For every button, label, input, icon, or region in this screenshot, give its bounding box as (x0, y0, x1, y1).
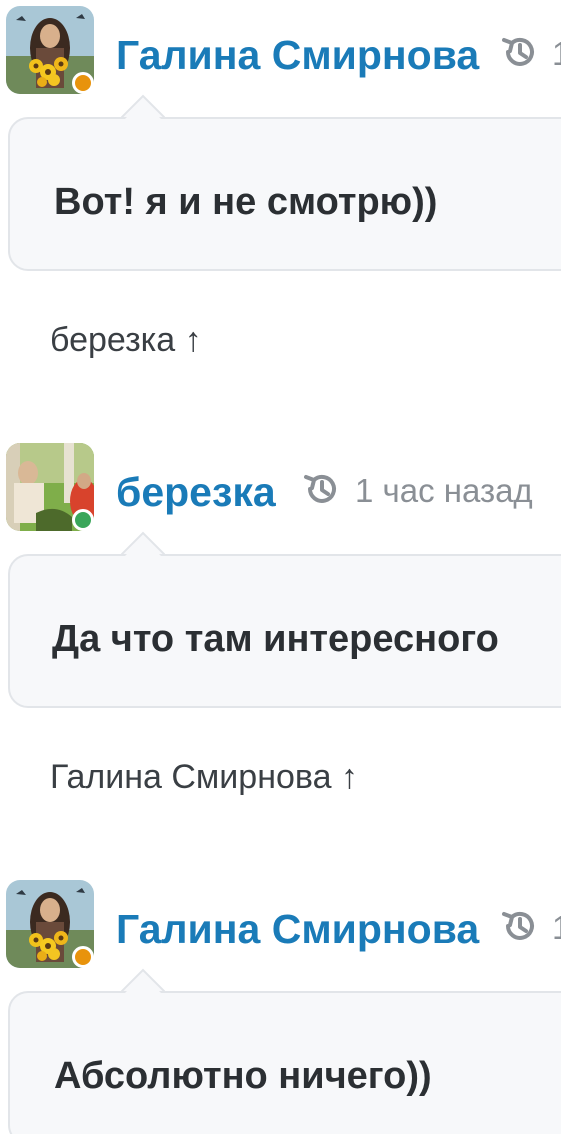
reply-to-link[interactable]: Галина Смирнова ↑ (50, 760, 358, 794)
status-dot (72, 72, 94, 94)
comment-item: Галина Смирнова 1 Вот! я и не смотрю)) б… (0, 0, 561, 380)
bubble-pointer-cover (124, 101, 162, 120)
comment-thread: Галина Смирнова 1 Вот! я и не смотрю)) б… (0, 0, 561, 1134)
comment-text: Абсолютно ничего)) (54, 1055, 432, 1097)
comment-time[interactable]: 1 (552, 911, 561, 944)
bubble-pointer-cover (124, 975, 162, 994)
comment-text: Да что там интересного (52, 618, 499, 660)
history-clock-icon (304, 474, 336, 503)
comment-bubble: Да что там интересного (8, 554, 561, 708)
status-dot (72, 946, 94, 968)
author-link[interactable]: Галина Смирнова (116, 909, 479, 950)
comment-bubble: Абсолютно ничего)) (8, 991, 561, 1134)
history-clock-icon (502, 37, 534, 66)
status-dot (72, 509, 94, 531)
comment-item: Галина Смирнова 1 Абсолютно ничего)) (0, 874, 561, 1134)
author-link[interactable]: березка (116, 472, 276, 513)
comment-text: Вот! я и не смотрю)) (54, 181, 438, 223)
comment-time[interactable]: 1 (552, 37, 561, 70)
comment-item: березка 1 час назад Да что там интересно… (0, 437, 561, 817)
author-link[interactable]: Галина Смирнова (116, 35, 479, 76)
reply-to-link[interactable]: березка ↑ (50, 323, 202, 357)
comment-bubble: Вот! я и не смотрю)) (8, 117, 561, 271)
history-clock-icon (502, 911, 534, 940)
bubble-pointer-cover (124, 538, 162, 557)
comment-time[interactable]: 1 час назад (355, 474, 533, 507)
